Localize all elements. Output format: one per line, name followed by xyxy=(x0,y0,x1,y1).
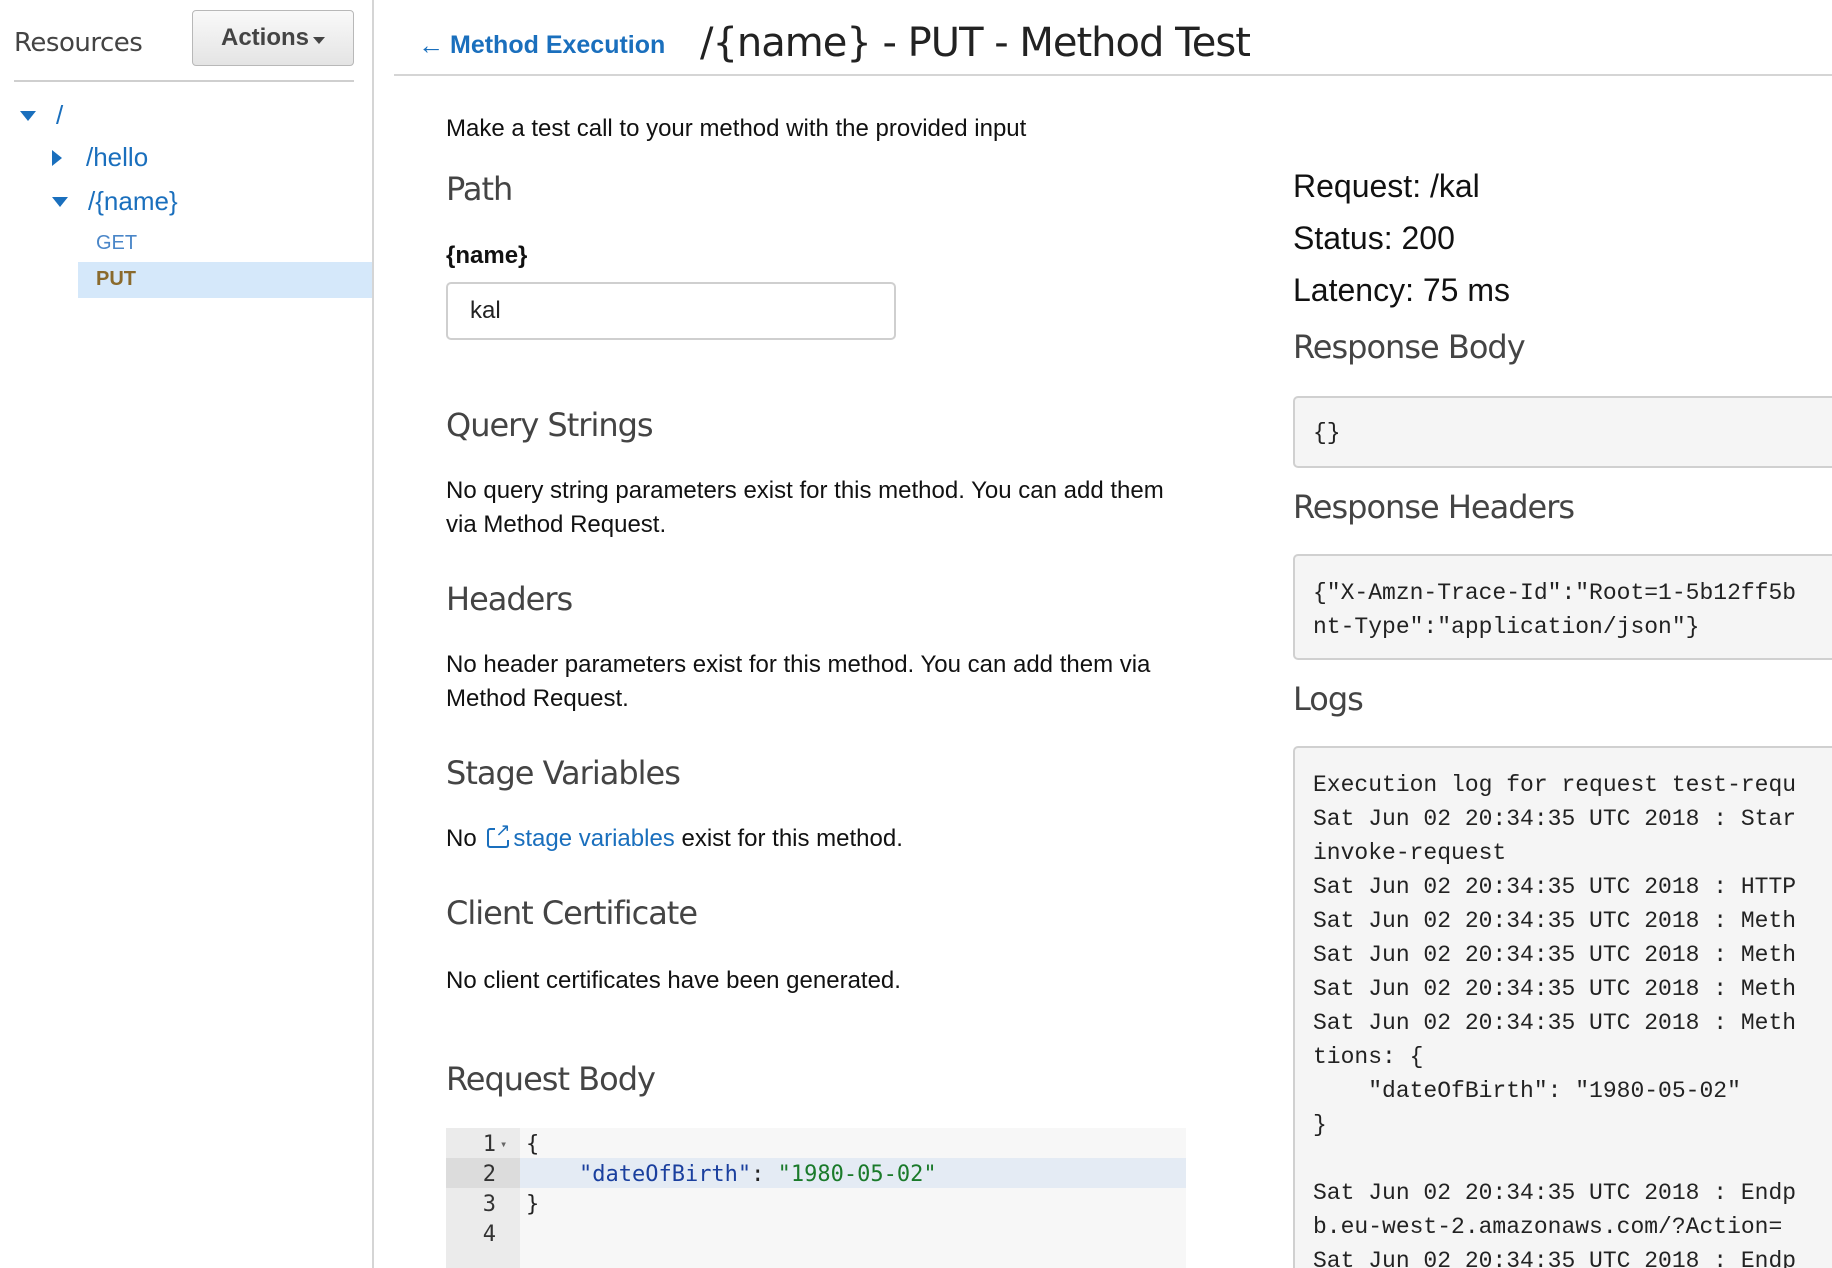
stage-variables-title: Stage Variables xyxy=(446,754,681,792)
arrow-left-icon: ← xyxy=(418,30,444,60)
request-body-title: Request Body xyxy=(446,1060,656,1098)
path-param-input[interactable] xyxy=(446,282,896,340)
tree-item-label: /hello xyxy=(86,142,149,172)
json-value: "1980-05-02" xyxy=(777,1162,937,1187)
line-number: 3 xyxy=(482,1192,496,1217)
tree-method-get[interactable]: GET xyxy=(96,232,137,255)
path-section-title: Path xyxy=(446,170,513,208)
resources-title: Resources xyxy=(14,28,143,58)
fold-arrow-icon[interactable]: ▾ xyxy=(500,1137,507,1151)
tree-item-root[interactable]: / xyxy=(20,100,63,131)
tree-item-hello[interactable]: /hello xyxy=(52,142,148,173)
code-line: "dateOfBirth": "1980-05-02" xyxy=(578,1162,937,1187)
external-link-icon xyxy=(487,820,511,848)
code-line: { xyxy=(526,1132,540,1157)
response-headers-box: {"X-Amzn-Trace-Id":"Root=1-5b12ff5b nt-T… xyxy=(1293,554,1832,660)
back-link-label: Method Execution xyxy=(450,31,666,59)
response-headers-title: Response Headers xyxy=(1293,488,1575,526)
expand-down-icon[interactable] xyxy=(20,110,36,121)
page-header: ← Method Execution /{name} - PUT - Metho… xyxy=(394,0,1832,76)
response-body-title: Response Body xyxy=(1293,328,1526,366)
line-number: 1 xyxy=(482,1132,496,1157)
code-line: } xyxy=(526,1192,540,1217)
expand-down-icon[interactable] xyxy=(52,196,68,207)
result-latency: Latency: 75 ms xyxy=(1293,272,1510,308)
line-number: 4 xyxy=(482,1222,496,1247)
resources-sidebar: Resources Actions / /hello /{name} GET P… xyxy=(0,0,374,1268)
path-param-label: {name} xyxy=(446,242,528,269)
stage-suffix: exist for this method. xyxy=(681,825,903,852)
client-certificate-text: No client certificates have been generat… xyxy=(446,967,901,994)
json-key: "dateOfBirth" xyxy=(578,1162,752,1187)
tree-item-label: / xyxy=(56,100,64,130)
tree-item-name[interactable]: /{name} xyxy=(52,186,178,217)
page-title: /{name} - PUT - Method Test xyxy=(700,20,1251,66)
tree-method-put-selected[interactable]: PUT xyxy=(78,262,372,298)
expand-right-icon[interactable] xyxy=(52,149,62,166)
line-number: 2 xyxy=(482,1162,496,1187)
method-execution-back-link[interactable]: ← Method Execution xyxy=(418,30,665,61)
caret-down-icon xyxy=(313,36,325,44)
response-body-box: {} xyxy=(1293,396,1832,468)
query-strings-title: Query Strings xyxy=(446,406,654,444)
logs-title: Logs xyxy=(1293,680,1364,718)
actions-label: Actions xyxy=(220,24,309,51)
actions-dropdown-button[interactable]: Actions xyxy=(192,10,354,66)
stage-variables-link[interactable]: stage variables xyxy=(513,825,674,852)
request-body-editor[interactable]: 1 ▾ 2 3 4 { "dateOfBirth": "1980-05-02" … xyxy=(446,1128,1186,1268)
result-status: Status: 200 xyxy=(1293,220,1455,256)
resources-header: Resources Actions xyxy=(14,10,354,82)
headers-title: Headers xyxy=(446,580,573,618)
stage-prefix: No xyxy=(446,825,477,852)
headers-text: No header parameters exist for this meth… xyxy=(446,651,1151,712)
intro-text: Make a test call to your method with the… xyxy=(446,115,1027,142)
query-strings-text: No query string parameters exist for thi… xyxy=(446,477,1164,538)
result-request: Request: /kal xyxy=(1293,168,1480,204)
logs-box: Execution log for request test-requ Sat … xyxy=(1293,746,1832,1268)
client-certificate-title: Client Certificate xyxy=(446,894,698,932)
stage-variables-text: No stage variables exist for this method… xyxy=(446,820,903,856)
tree-item-label: /{name} xyxy=(88,186,178,216)
